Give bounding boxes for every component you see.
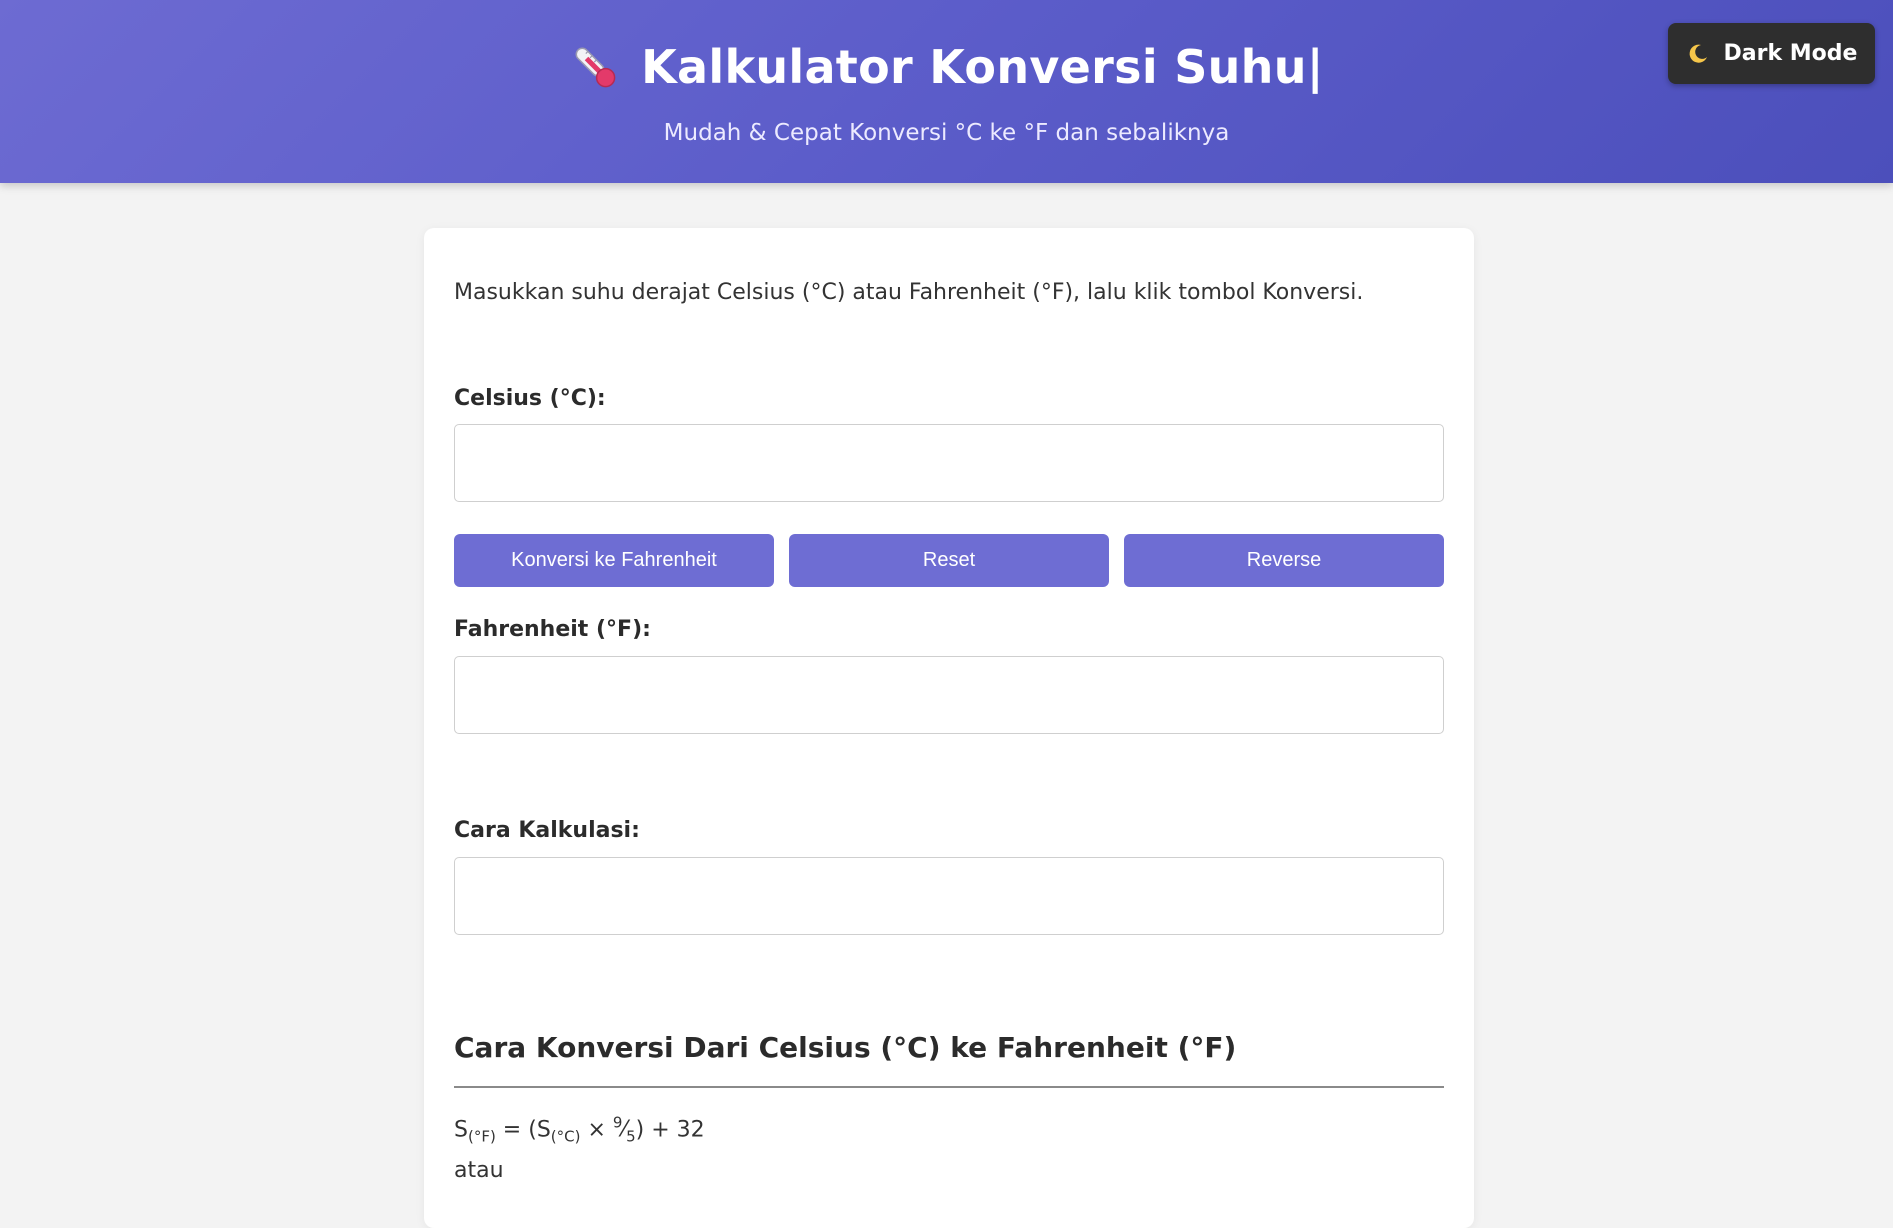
formula-f-sub: (°F): [467, 1127, 496, 1146]
formula-numerator: 9: [612, 1114, 623, 1132]
intro-text: Masukkan suhu derajat Celsius (°C) atau …: [454, 280, 1364, 305]
dark-mode-button[interactable]: Dark Mode: [1668, 23, 1875, 84]
converter-card: Masukkan suhu derajat Celsius (°C) atau …: [424, 228, 1474, 1228]
formula-c-sub: (°C): [550, 1127, 581, 1146]
reverse-button[interactable]: Reverse: [1124, 534, 1444, 587]
page-header: Kalkulator Konversi Suhu| Mudah & Cepat …: [0, 0, 1893, 183]
formula-fraction: 9⁄5: [612, 1114, 636, 1146]
reset-button[interactable]: Reset: [789, 534, 1109, 587]
calc-label: Cara Kalkulasi:: [454, 818, 640, 843]
formula-s: S: [454, 1117, 468, 1143]
formula-times: ×: [580, 1117, 613, 1143]
fahrenheit-label: Fahrenheit (°F):: [454, 617, 651, 642]
title-row: Kalkulator Konversi Suhu|: [0, 40, 1893, 94]
calc-output[interactable]: [454, 857, 1444, 935]
page-subtitle: Mudah & Cepat Konversi °C ke °F dan seba…: [663, 120, 1230, 146]
section-title: Cara Konversi Dari Celsius (°C) ke Fahre…: [454, 1031, 1237, 1064]
formula-denominator: 5: [626, 1127, 636, 1146]
dark-mode-label: Dark Mode: [1723, 41, 1858, 66]
celsius-input[interactable]: [454, 424, 1444, 502]
moon-icon: [1689, 44, 1707, 63]
fahrenheit-input[interactable]: [454, 656, 1444, 734]
section-divider: [454, 1086, 1444, 1088]
conversion-formula: S(°F) = (S(°C) × 9⁄5) + 32: [454, 1114, 705, 1146]
thermometer-icon: [575, 47, 616, 88]
or-text: atau: [454, 1158, 504, 1183]
page-title: Kalkulator Konversi Suhu|: [641, 40, 1324, 94]
convert-button[interactable]: Konversi ke Fahrenheit: [454, 534, 774, 587]
formula-tail: ) + 32: [635, 1117, 705, 1143]
celsius-label: Celsius (°C):: [454, 386, 606, 411]
formula-eq: = (S: [495, 1117, 551, 1143]
